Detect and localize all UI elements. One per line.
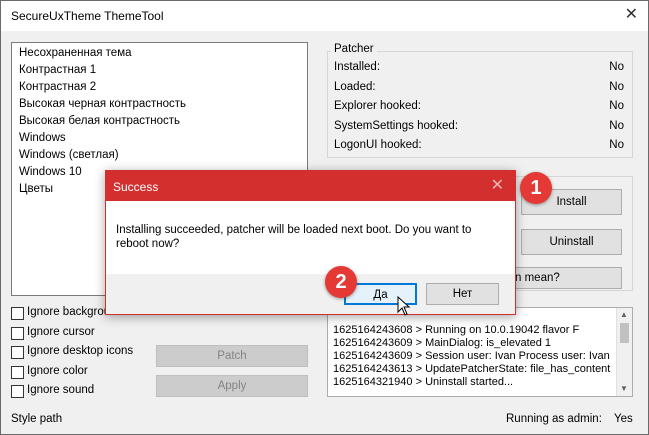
patcher-row-explorer: Explorer hooked: No (334, 100, 624, 118)
list-item[interactable]: Windows (19, 130, 66, 147)
log-line: 1625164321940 > Uninstall started... (333, 376, 514, 388)
list-item[interactable]: Контрастная 1 (19, 62, 96, 79)
checkbox-box[interactable] (11, 346, 24, 359)
title-bar: SecureUxTheme ThemeTool ✕ (1, 1, 648, 31)
close-icon[interactable]: ✕ (625, 5, 638, 25)
patcher-group-label: Patcher (331, 43, 377, 55)
checkbox-box[interactable] (11, 307, 24, 320)
no-button[interactable]: Нет (426, 283, 499, 305)
style-path-label: Style path (11, 413, 63, 425)
checkbox-box[interactable] (11, 327, 24, 340)
list-item[interactable]: Несохраненная тема (19, 45, 132, 62)
uninstall-button[interactable]: Uninstall (521, 229, 622, 255)
patcher-key: LogonUI hooked: (334, 139, 422, 151)
log-line: 1625164243609 > MainDialog: is_elevated … (333, 337, 552, 349)
patcher-value: No (609, 81, 624, 93)
list-item[interactable]: Высокая белая контрастность (19, 113, 180, 130)
log-line: 1625164243613 > UpdatePatcherState: file… (333, 363, 611, 375)
window-title: SecureUxTheme ThemeTool (11, 9, 164, 23)
patcher-row-loaded: Loaded: No (334, 81, 624, 99)
scroll-up-icon[interactable]: ▲ (620, 310, 628, 319)
patcher-row-logonui: LogonUI hooked: No (334, 139, 624, 157)
patcher-key: Loaded: (334, 81, 376, 93)
patcher-value: No (609, 120, 624, 132)
patcher-value: No (609, 61, 624, 73)
list-item[interactable]: Цветы (19, 181, 53, 198)
dialog-message: Installing succeeded, patcher will be lo… (116, 224, 472, 250)
patch-button[interactable]: Patch (156, 345, 308, 367)
log-box[interactable]: 1625164243608 > Running on 10.0.19042 fl… (327, 307, 633, 397)
dialog-message-area: Installing succeeded, patcher will be lo… (106, 201, 515, 274)
checkbox-box[interactable] (11, 385, 24, 398)
success-dialog: Success ✕ Installing succeeded, patcher … (105, 170, 516, 315)
patcher-value: No (609, 100, 624, 112)
checkbox-box[interactable] (11, 366, 24, 379)
running-as-admin-value: Yes (614, 413, 633, 425)
log-line: 1625164243608 > Running on 10.0.19042 fl… (333, 324, 580, 336)
log-line: 1625164243609 > Session user: Ivan Proce… (333, 350, 610, 362)
patcher-key: Explorer hooked: (334, 100, 421, 112)
patcher-key: SystemSettings hooked: (334, 120, 459, 132)
step-badge-1: 1 (520, 172, 552, 204)
checkbox-label: Ignore desktop icons (27, 345, 134, 357)
patcher-row-installed: Installed: No (334, 61, 624, 79)
patcher-row-systemsettings: SystemSettings hooked: No (334, 120, 624, 138)
list-item[interactable]: Контрастная 2 (19, 79, 96, 96)
checkbox-label: Ignore cursor (27, 326, 95, 338)
log-scrollbar[interactable]: ▲ ▼ (616, 308, 632, 396)
dialog-title: Success (113, 180, 159, 194)
scroll-thumb[interactable] (620, 323, 629, 343)
list-item[interactable]: Windows 10 (19, 164, 82, 181)
dialog-title-bar: Success ✕ (106, 171, 515, 201)
dialog-close-icon[interactable]: ✕ (491, 177, 504, 195)
list-item[interactable]: Высокая черная контрастность (19, 96, 186, 113)
running-as-admin-label: Running as admin: (506, 413, 602, 425)
apply-button[interactable]: Apply (156, 375, 308, 397)
list-item[interactable]: Windows (светлая) (19, 147, 119, 164)
patcher-value: No (609, 139, 624, 151)
checkbox-label: Ignore color (27, 365, 88, 377)
mouse-pointer-icon (397, 296, 411, 316)
checkbox-label: Ignore sound (27, 384, 95, 396)
checkbox-label: Ignore backgrou (27, 306, 111, 318)
what-does-this-mean-button[interactable]: n mean? (506, 267, 622, 289)
step-badge-2: 2 (325, 266, 357, 298)
scroll-down-icon[interactable]: ▼ (620, 384, 628, 393)
patcher-key: Installed: (334, 61, 381, 73)
